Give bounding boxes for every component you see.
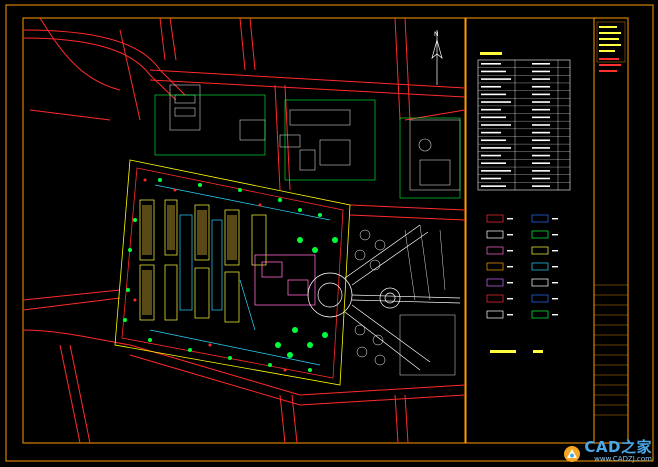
legend-symbols <box>486 214 558 319</box>
table-cell-label <box>481 78 511 80</box>
table-cell-value <box>532 177 550 180</box>
table-cell-value <box>532 185 550 187</box>
legend-label-mark <box>552 218 558 220</box>
table-cell-value <box>532 154 550 157</box>
table-cell-value <box>532 147 550 149</box>
east-trees <box>354 229 386 366</box>
table-cell-value <box>532 162 550 165</box>
table-cell-value <box>532 85 550 88</box>
table-cell-value <box>532 108 550 111</box>
legend-frame <box>465 17 595 444</box>
legend-label-mark <box>507 250 513 252</box>
cad-drawing-viewport: N CAD之家 www.CADZJ.com <box>0 0 658 467</box>
legend-label-mark <box>552 314 558 316</box>
table-title-mark <box>480 52 502 55</box>
legend-label-mark <box>552 234 558 236</box>
index-table-cells <box>481 63 550 187</box>
legend-swatch <box>486 294 504 303</box>
plan-frame <box>22 17 466 444</box>
title-block-rows <box>594 284 628 416</box>
table-cell-label <box>481 139 506 142</box>
east-blocks <box>399 224 456 376</box>
table-cell-label <box>481 101 511 103</box>
legend-swatch <box>531 246 549 255</box>
table-cell-label <box>481 147 511 149</box>
table-cell-label <box>481 185 506 187</box>
legend-swatch <box>486 214 504 223</box>
table-cell-value <box>532 101 550 103</box>
table-cell-label <box>481 131 501 134</box>
table-cell-value <box>532 116 550 119</box>
table-cell-value <box>532 93 550 96</box>
table-cell-value <box>532 131 550 134</box>
table-cell-label <box>481 116 506 119</box>
legend-label-mark <box>552 298 558 300</box>
table-cell-label <box>481 124 511 126</box>
adjacent-buildings <box>169 84 461 191</box>
legend-label-mark <box>507 314 513 316</box>
green-boundaries <box>154 94 461 199</box>
legend-caption-mark <box>490 350 516 353</box>
title-block <box>593 17 629 444</box>
cadzj-watermark: CAD之家 www.CADZJ.com <box>563 440 652 463</box>
legend-label-mark <box>507 218 513 220</box>
table-cell-label <box>481 170 511 172</box>
legend-label-mark <box>552 250 558 252</box>
legend-swatch <box>486 230 504 239</box>
table-cell-value <box>532 63 550 65</box>
table-cell-value <box>532 78 550 80</box>
legend-label-mark <box>507 298 513 300</box>
north-arrow: N <box>431 30 443 85</box>
table-cell-value <box>532 170 550 172</box>
legend-swatch <box>531 214 549 223</box>
site-plan-drawing: N <box>5 4 654 462</box>
commercial-block <box>254 254 316 306</box>
legend-swatch <box>531 230 549 239</box>
table-cell-label <box>481 108 501 111</box>
table-cell-label <box>481 162 506 165</box>
trees <box>123 178 338 372</box>
legend-label-mark <box>507 282 513 284</box>
table-cell-value <box>532 70 550 73</box>
table-cell-label <box>481 154 501 157</box>
legend-swatch <box>531 278 549 287</box>
legend-swatch <box>486 246 504 255</box>
table-cell-value <box>532 139 550 142</box>
table-cell-label <box>481 70 506 73</box>
legend-swatch <box>531 262 549 271</box>
legend-swatch <box>531 294 549 303</box>
table-cell-label <box>481 93 506 96</box>
legend-label-mark <box>507 234 513 236</box>
legend-label-mark <box>507 266 513 268</box>
legend-label-mark <box>552 266 558 268</box>
building-fills <box>142 205 237 315</box>
legend-swatch <box>486 310 504 319</box>
north-label: N <box>434 31 439 38</box>
legend-scale-mark <box>533 350 543 353</box>
table-cell-label <box>481 85 501 88</box>
legend-swatch <box>486 262 504 271</box>
watermark-brand: CAD之家 <box>584 438 652 456</box>
cadzj-logo-icon <box>564 446 581 462</box>
drawing-border <box>5 4 654 462</box>
road-network <box>22 17 466 444</box>
legend-label-mark <box>552 282 558 284</box>
central-plaza <box>307 224 461 371</box>
legend-swatch <box>531 310 549 319</box>
title-block-content <box>596 21 626 72</box>
table-cell-label <box>481 63 501 65</box>
legend-swatch <box>486 278 504 287</box>
table-cell-label <box>481 177 501 180</box>
table-cell-value <box>532 124 550 126</box>
watermark-url: www.CADZJ.com <box>594 455 652 463</box>
